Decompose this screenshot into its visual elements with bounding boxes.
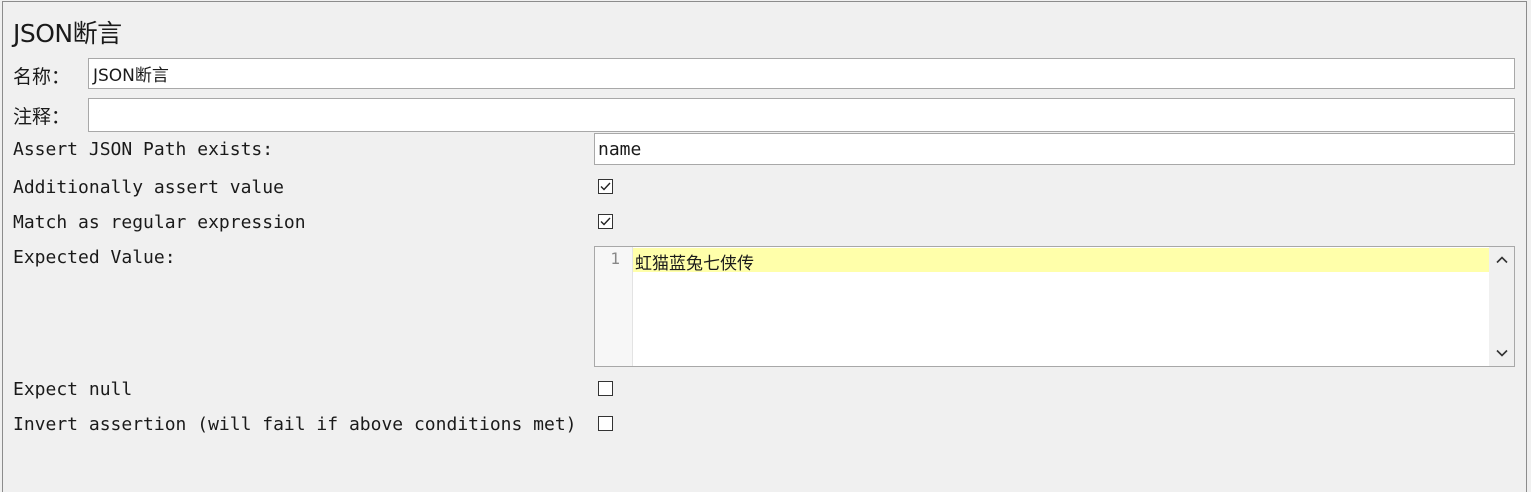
comment-label: 注释： [13,106,71,128]
expected-value-text[interactable]: 虹猫蓝兔七侠传 [635,249,754,274]
expected-value-editor[interactable]: 1 虹猫蓝兔七侠传 [594,246,1515,367]
chevron-up-icon[interactable] [1495,255,1509,265]
name-field[interactable]: JSON断言 [88,58,1515,89]
current-line-highlight [633,248,1489,272]
expect-null-checkbox[interactable] [598,381,613,396]
check-icon [600,182,611,191]
assert-value-checkbox[interactable] [598,179,613,194]
json-path-input[interactable]: name [594,133,1515,165]
regex-label: Match as regular expression [13,212,306,233]
json-path-label: Assert JSON Path exists: [13,139,274,160]
vertical-scrollbar[interactable] [1489,247,1514,366]
regex-checkbox[interactable] [598,214,613,229]
line-gutter: 1 [595,247,633,366]
name-label: 名称： [13,66,71,88]
expected-value-label: Expected Value: [13,247,176,268]
chevron-down-icon[interactable] [1495,348,1509,358]
comment-field[interactable] [88,98,1515,132]
invert-assertion-checkbox[interactable] [598,416,613,431]
invert-assertion-label: Invert assertion (will fail if above con… [13,414,577,435]
expect-null-label: Expect null [13,379,133,400]
check-icon [600,217,611,226]
line-number: 1 [610,249,620,268]
assert-value-label: Additionally assert value [13,177,284,198]
page-title: JSON断言 [13,19,122,48]
